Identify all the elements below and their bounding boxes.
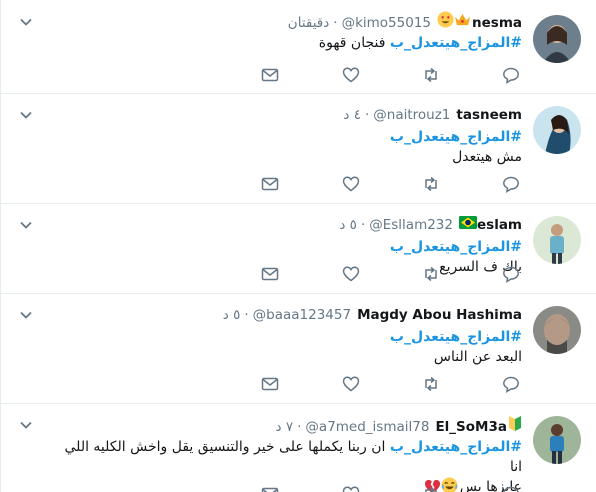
separator-dot: · [297, 418, 302, 435]
message-icon[interactable] [261, 265, 279, 283]
avatar[interactable] [533, 306, 581, 354]
display-name[interactable]: tasneem [456, 105, 522, 125]
display-name[interactable]: nesma [437, 11, 522, 34]
tweet-actions [261, 66, 523, 84]
chevron-down-icon[interactable] [19, 308, 33, 322]
username[interactable]: @kimo55015 [342, 13, 431, 33]
like-icon[interactable] [342, 485, 360, 492]
reply-icon[interactable] [502, 485, 520, 492]
retweet-icon[interactable] [422, 265, 440, 283]
retweet-icon[interactable] [422, 375, 440, 393]
tweet-actions [261, 375, 523, 393]
tweet-actions [261, 265, 523, 283]
reply-icon[interactable] [502, 375, 520, 393]
reply-icon[interactable] [502, 175, 520, 193]
avatar[interactable] [533, 106, 581, 154]
hashtag-link[interactable]: #المزاج_هيتعدل_ب [390, 239, 522, 255]
message-icon[interactable] [261, 485, 279, 492]
username[interactable]: @baaa123457 [253, 305, 351, 325]
separator-dot: · [360, 217, 366, 233]
tweet-text: #المزاج_هيتعدل_ب مش هيتعدل [82, 127, 522, 167]
retweet-icon[interactable] [422, 485, 440, 492]
tweet[interactable]: El_SoM3a @a7med_ismail78 · ٧ د #المزاج_ه… [1, 404, 596, 492]
username[interactable]: @Esllam232 [369, 215, 453, 235]
username[interactable]: @a7med_ismail78 [305, 417, 429, 437]
tweet-actions [261, 485, 523, 492]
tweet-actions [261, 175, 523, 193]
retweet-icon[interactable] [422, 175, 440, 193]
beginner-badge-icon [508, 415, 522, 438]
tweet[interactable]: nesma @kimo55015 · دقيقتان #المزاج_هيتعد… [1, 0, 596, 94]
username[interactable]: @naitrouz1 [373, 105, 450, 125]
message-icon[interactable] [261, 175, 279, 193]
avatar[interactable] [533, 216, 581, 264]
timestamp[interactable]: ٧ د [276, 417, 294, 437]
tweet-feed: nesma @kimo55015 · دقيقتان #المزاج_هيتعد… [0, 0, 596, 492]
chevron-down-icon[interactable] [19, 418, 33, 432]
crown-emoji-icon [454, 12, 471, 33]
tweet-text: #المزاج_هيتعدل_ب فنجان قهوة [82, 33, 522, 53]
display-name[interactable]: Magdy Abou Hashima [357, 305, 522, 325]
hashtag-link[interactable]: #المزاج_هيتعدل_ب [390, 439, 522, 455]
like-icon[interactable] [342, 66, 360, 84]
timestamp[interactable]: ٤ د [343, 105, 361, 125]
display-name-text: nesma [472, 14, 522, 31]
tweet-text: #المزاج_هيتعدل_ب البعد عن الناس [82, 327, 522, 367]
hashtag-link[interactable]: #المزاج_هيتعدل_ب [390, 129, 522, 145]
avatar[interactable] [533, 15, 581, 63]
message-icon[interactable] [261, 375, 279, 393]
hashtag-link[interactable]: #المزاج_هيتعدل_ب [390, 35, 522, 51]
tweet[interactable]: tasneem @naitrouz1 · ٤ د #المزاج_هيتعدل_… [1, 94, 596, 204]
retweet-icon[interactable] [422, 66, 440, 84]
display-name-text: El_SoM3a [435, 418, 507, 435]
separator-dot: · [244, 307, 249, 323]
like-icon[interactable] [342, 175, 360, 193]
like-icon[interactable] [342, 375, 360, 393]
hashtag-link[interactable]: #المزاج_هيتعدل_ب [390, 329, 522, 345]
heart-eyes-emoji-icon [437, 11, 454, 34]
avatar[interactable] [533, 416, 581, 464]
reply-icon[interactable] [502, 66, 520, 84]
message-icon[interactable] [261, 66, 279, 84]
chevron-down-icon[interactable] [19, 15, 33, 29]
reply-icon[interactable] [502, 265, 520, 283]
tweet[interactable]: eslam @Esllam232 · ٥ د #المزاج_هيتعدل_ب … [1, 204, 596, 294]
chevron-down-icon[interactable] [19, 218, 33, 232]
timestamp[interactable]: ٥ د [223, 305, 241, 325]
chevron-down-icon[interactable] [19, 108, 33, 122]
tweet[interactable]: Magdy Abou Hashima @baaa123457 · ٥ د #ال… [1, 294, 596, 404]
tweet-text: #المزاج_هيتعدل_ب ان ربنا يكملها على خير … [62, 437, 522, 492]
tweet-text-line: فنجان قهوة [318, 35, 386, 51]
separator-dot: · [333, 14, 338, 31]
separator-dot: · [364, 107, 370, 123]
display-name[interactable]: El_SoM3a [435, 415, 522, 438]
display-name[interactable]: eslam [459, 215, 522, 235]
tweet-text-line: البعد عن الناس [433, 349, 522, 365]
timestamp[interactable]: ٥ د [339, 215, 357, 235]
display-name-text: eslam [477, 217, 522, 233]
brazil-flag-icon [459, 215, 477, 235]
like-icon[interactable] [342, 265, 360, 283]
timestamp[interactable]: دقيقتان [288, 13, 329, 33]
tweet-text-line: مش هيتعدل [452, 149, 522, 165]
